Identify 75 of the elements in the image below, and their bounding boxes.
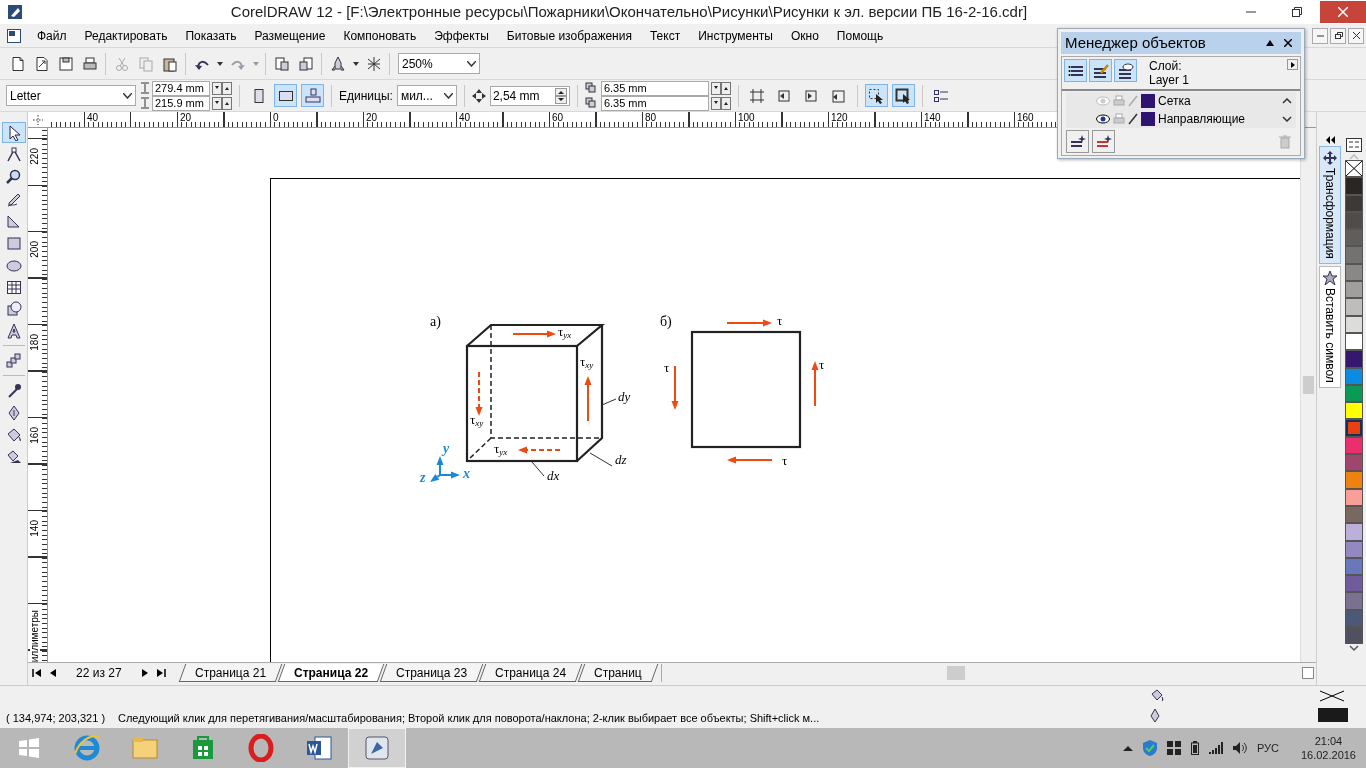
menu-item[interactable]: Эффекты bbox=[425, 26, 498, 45]
shear-stress-label: τ bbox=[819, 358, 825, 372]
current-layer-name: Layer 1 bbox=[1149, 73, 1191, 87]
ruler-label: 160 bbox=[30, 427, 40, 444]
clock-time: 21:04 bbox=[1314, 734, 1343, 748]
ruler-label: 140 bbox=[30, 520, 40, 537]
page-tab[interactable]: Страница 22 bbox=[277, 663, 384, 682]
figure-label: б) bbox=[660, 315, 672, 329]
dimension-label: dy bbox=[618, 390, 631, 404]
ruler-label: 80 bbox=[645, 113, 657, 123]
page-tab[interactable]: Страница 21 bbox=[178, 663, 282, 682]
menu-item[interactable]: Редактировать bbox=[75, 26, 177, 45]
ruler-units-label: иллиметры bbox=[30, 609, 40, 662]
ruler-label: 40 bbox=[459, 113, 471, 123]
dimension-label: dx bbox=[547, 469, 560, 483]
nudge-value: 2,54 mm bbox=[492, 87, 540, 105]
page-width-field[interactable]: 279.4 mm bbox=[152, 80, 210, 96]
axis-label: y bbox=[443, 442, 450, 456]
duplicate-x-field[interactable]: 6.35 mm bbox=[600, 80, 709, 96]
menu-item[interactable]: Окно bbox=[781, 26, 828, 45]
layer-name[interactable]: Сетка bbox=[1158, 92, 1191, 110]
units-label: Единицы: bbox=[339, 87, 393, 105]
axis-label: x bbox=[463, 467, 470, 481]
menu-item[interactable]: Помощь bbox=[827, 26, 893, 45]
ruler-label: 140 bbox=[924, 113, 941, 123]
shear-stress-label: τ$_{xy}$ bbox=[470, 413, 484, 427]
ruler-label: 0 bbox=[273, 113, 279, 123]
menu-item[interactable]: Размещение bbox=[245, 26, 335, 45]
ruler-label: 20 bbox=[366, 113, 378, 123]
menu-item[interactable]: Компоновать bbox=[334, 26, 426, 45]
shear-stress-label: τ$_{yx}$ bbox=[558, 325, 572, 339]
ruler-label: 160 bbox=[1017, 113, 1034, 123]
paper-size-value: Letter bbox=[10, 87, 41, 105]
window-title: CorelDRAW 12 - [F:\Электронные ресурсы\Пожарники\Окончательно\Рисунки\Рисунки к эл. версии ПБ 16-2-16.cdr] bbox=[229, 1, 1029, 22]
units-combo[interactable]: мил... bbox=[396, 85, 457, 106]
status-hint: Следующий клик для перетягивания/масштабирования; Второй клик для поворота/наклона; 2-клик выбирает все объекты; Shift+click м... bbox=[118, 711, 820, 726]
ruler-label: 100 bbox=[738, 113, 755, 123]
ruler-label: 180 bbox=[30, 334, 40, 351]
page-tab[interactable]: Страница 23 bbox=[379, 663, 484, 682]
shear-stress-label: τ$_{yx}$ bbox=[494, 442, 508, 456]
dimension-label: dz bbox=[615, 453, 627, 467]
page-tab[interactable]: Страница 24 bbox=[478, 663, 583, 682]
menu-item[interactable]: Файл bbox=[28, 26, 76, 45]
input-language[interactable]: РУС bbox=[1256, 739, 1279, 757]
docker-tab[interactable]: Трансформация bbox=[1318, 146, 1341, 264]
shear-stress-label: τ bbox=[777, 314, 783, 328]
menu-item[interactable]: Битовые изображения bbox=[497, 26, 641, 45]
zoom-value: 250% bbox=[402, 55, 433, 73]
shear-stress-label: τ bbox=[782, 454, 788, 468]
ruler-label: 40 bbox=[87, 113, 99, 123]
cursor-coordinates: ( 134,974; 203,321 ) bbox=[6, 711, 106, 726]
menu-item[interactable]: Инструменты bbox=[689, 26, 782, 45]
panel-title: Менеджер объектов bbox=[1065, 32, 1207, 53]
page-counter: 22 из 27 bbox=[75, 664, 123, 682]
ruler-label: 220 bbox=[30, 148, 40, 165]
docker-tab[interactable]: Вставить символ bbox=[1318, 265, 1341, 388]
axis-label: z bbox=[420, 471, 426, 485]
zoom-combo[interactable]: 250% bbox=[398, 53, 480, 74]
nudge-field[interactable]: 2,54 mm bbox=[489, 85, 570, 106]
clock-date: 16.02.2016 bbox=[1300, 748, 1356, 762]
figure-label: а) bbox=[430, 315, 441, 329]
shear-stress-label: τ$_{xy}$ bbox=[580, 355, 594, 369]
menu-item[interactable]: Показать bbox=[176, 26, 246, 45]
ruler-label: 120 bbox=[831, 113, 848, 123]
ruler-label: 60 bbox=[552, 113, 564, 123]
ruler-label: 20 bbox=[180, 113, 192, 123]
ruler-label: 200 bbox=[30, 241, 40, 258]
menu-item[interactable]: Текст bbox=[640, 26, 690, 45]
layer-label: Слой: bbox=[1149, 59, 1183, 73]
shear-stress-label: τ bbox=[664, 361, 670, 375]
layer-name[interactable]: Направляющие bbox=[1158, 110, 1246, 128]
paper-size-combo[interactable]: Letter bbox=[6, 85, 136, 106]
clock[interactable]: 21:04 16.02.2016 bbox=[1300, 734, 1356, 762]
page-tab[interactable]: Страниц bbox=[577, 663, 658, 682]
units-value: мил... bbox=[400, 87, 433, 105]
